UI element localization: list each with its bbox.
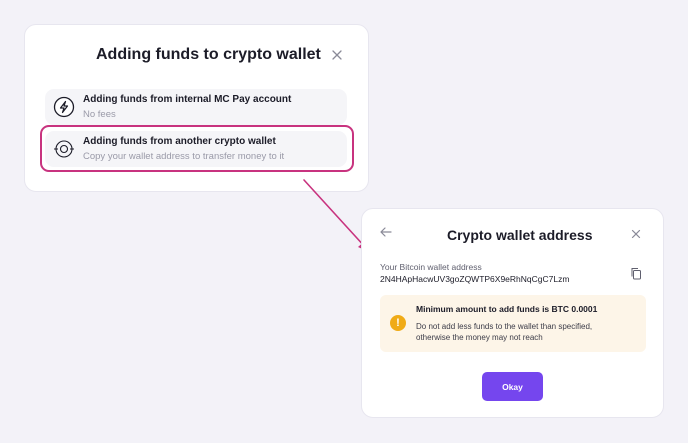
- address-label: Your Bitcoin wallet address: [380, 262, 482, 272]
- wallet-address: 2N4HApHacwUV3goZQWTP6X9eRhNqCgC7Lzm: [380, 274, 570, 284]
- warning-title: Minimum amount to add funds is BTC 0.000…: [416, 304, 598, 314]
- option-title: Adding funds from internal MC Pay accoun…: [83, 94, 292, 105]
- warning-icon: !: [390, 315, 406, 331]
- option-internal-mc-pay[interactable]: Adding funds from internal MC Pay accoun…: [45, 89, 347, 125]
- copy-icon[interactable]: [630, 267, 642, 280]
- close-icon[interactable]: [629, 227, 643, 241]
- back-arrow-icon[interactable]: [379, 225, 393, 239]
- dialog-title: Adding funds to crypto wallet: [96, 46, 321, 63]
- add-funds-dialog: Adding funds to crypto wallet Adding fun…: [24, 24, 369, 192]
- warning-line-2: otherwise the money may not reach: [416, 332, 543, 342]
- warning-box: ! Minimum amount to add funds is BTC 0.0…: [380, 295, 646, 352]
- dialog-title: Crypto wallet address: [447, 227, 593, 243]
- highlight-outline: [40, 125, 354, 172]
- option-subtitle: No fees: [83, 109, 116, 120]
- wallet-address-dialog: Crypto wallet address Your Bitcoin walle…: [361, 208, 664, 418]
- lightning-icon: [53, 96, 75, 118]
- warning-text: Do not add less funds to the wallet than…: [416, 322, 592, 343]
- okay-button[interactable]: Okay: [482, 372, 543, 401]
- close-icon[interactable]: [330, 48, 344, 62]
- warning-line-1: Do not add less funds to the wallet than…: [416, 322, 593, 331]
